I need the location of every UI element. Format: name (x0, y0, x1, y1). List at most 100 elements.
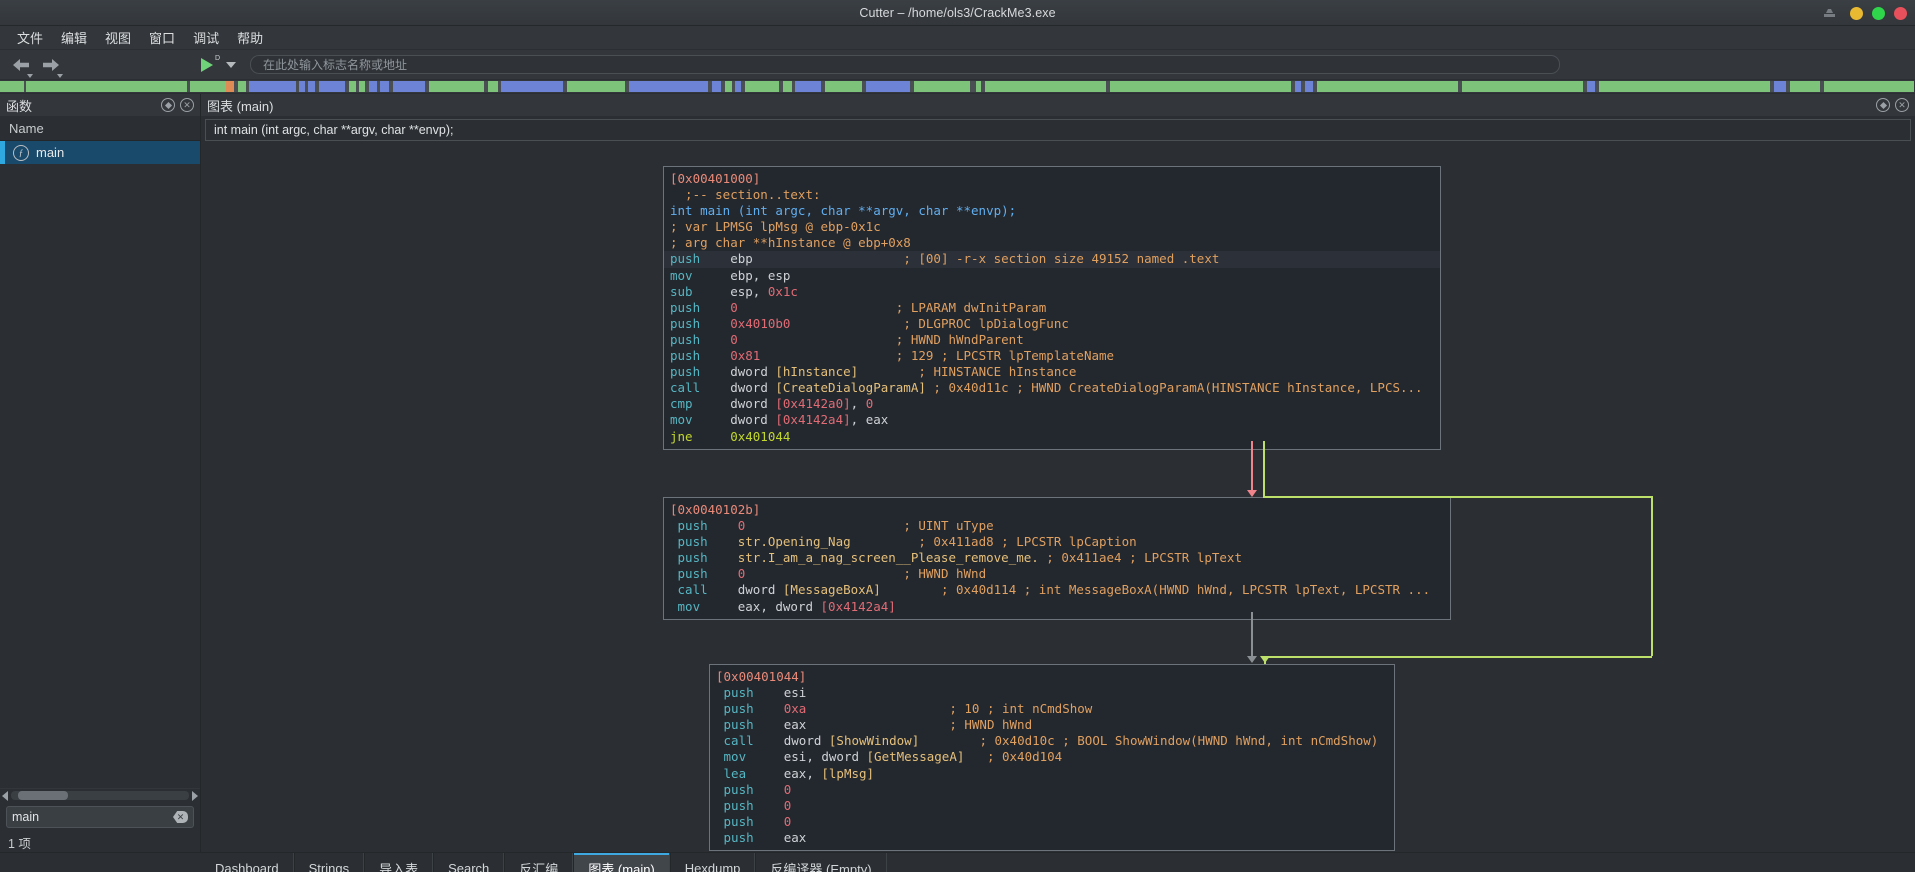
asm-line[interactable]: sub esp, 0x1c (664, 284, 1440, 300)
minimap-segment (307, 81, 315, 92)
asm-line[interactable]: push 0 ; LPARAM dwInitParam (664, 300, 1440, 316)
menu-item-file[interactable]: 文件 (8, 25, 52, 50)
function-name: main (36, 145, 65, 160)
asm-line[interactable]: push 0 (710, 798, 1394, 814)
functions-list[interactable]: ƒ main (0, 141, 200, 788)
close-button[interactable] (1894, 6, 1907, 20)
asm-line[interactable]: push esi (710, 685, 1394, 701)
minimap-segment (783, 81, 793, 92)
scrollbar-track[interactable] (11, 791, 189, 800)
forward-button[interactable] (36, 53, 66, 78)
minimap-segment (380, 81, 390, 92)
minimap-segment (913, 81, 971, 92)
tab-dashboard[interactable]: Dashboard (201, 853, 294, 872)
close-icon[interactable]: ✕ (180, 98, 194, 112)
asm-line[interactable]: push str.Opening_Nag ; 0x411ad8 ; LPCSTR… (664, 534, 1450, 550)
asm-line[interactable]: push 0 ; HWND hWndParent (664, 332, 1440, 348)
forward-dropdown-caret-icon[interactable] (57, 73, 63, 78)
back-dropdown-caret-icon[interactable] (27, 73, 33, 78)
tab-main[interactable]: 图表 (main) (573, 853, 670, 872)
minimap-segment (567, 81, 626, 92)
asm-line[interactable]: push str.I_am_a_nag_screen__Please_remov… (664, 550, 1450, 566)
minimap-segment (348, 81, 356, 92)
asm-line[interactable]: push 0 ; UINT uType (664, 518, 1450, 534)
menu-item-help[interactable]: 帮助 (228, 25, 272, 50)
tab-[interactable]: 导入表 (364, 853, 434, 872)
binary-overview-strip[interactable] (0, 80, 1915, 94)
main-area: 函数 ✕ Name ƒ main ✕ X (0, 94, 1915, 852)
graph-block[interactable]: [0x00401000] ;-- section..text: int main … (663, 166, 1441, 450)
function-row-main[interactable]: ƒ main (0, 141, 200, 164)
minimap-segment (1773, 81, 1786, 92)
float-icon[interactable] (1876, 98, 1890, 112)
asm-line[interactable]: mov esi, dword [GetMessageA] ; 0x40d104 (710, 749, 1394, 765)
tab-empty[interactable]: 反编译器 (Empty) (755, 853, 887, 872)
back-button[interactable] (6, 53, 36, 78)
asm-line[interactable]: push 0x81 ; 129 ; LPCSTR lpTemplateName (664, 348, 1440, 364)
asm-line[interactable]: mov eax, dword [0x4142a4] (664, 599, 1450, 615)
menu-item-debug[interactable]: 调试 (184, 25, 228, 50)
minimap-segment (1789, 81, 1820, 92)
close-icon[interactable]: ✕ (1895, 98, 1909, 112)
asm-line[interactable]: push ebp ; [00] -r-x section size 49152 … (664, 251, 1440, 268)
edge-true-jne-seg2 (1263, 496, 1653, 498)
debug-options-caret-icon[interactable] (226, 61, 236, 68)
maximize-button[interactable] (1872, 6, 1885, 20)
asm-line[interactable]: mov ebp, esp (664, 268, 1440, 284)
functions-search-box[interactable]: ✕ (6, 806, 194, 828)
asm-line[interactable]: cmp dword [0x4142a0], 0 (664, 396, 1440, 412)
asm-line[interactable]: push eax ; HWND hWnd (710, 717, 1394, 733)
asm-line[interactable]: push 0 (710, 814, 1394, 830)
tab-[interactable]: 反汇编 (504, 853, 574, 872)
tab-strings[interactable]: Strings (293, 853, 365, 872)
asm-line[interactable]: push 0x4010b0 ; DLGPROC lpDialogFunc (664, 316, 1440, 332)
functions-filter-bar: ✕ X (0, 802, 211, 832)
scrollbar-thumb[interactable] (18, 791, 68, 800)
functions-search-input[interactable] (12, 810, 173, 824)
asm-line[interactable]: ; arg char **hInstance @ ebp+0x8 (664, 235, 1440, 251)
asm-line[interactable]: mov dword [0x4142a4], eax (664, 412, 1440, 428)
asm-line[interactable]: call dword [MessageBoxA] ; 0x40d114 ; in… (664, 582, 1450, 598)
asm-line[interactable]: jne 0x401044 (664, 429, 1440, 445)
minimap-segment (1461, 81, 1583, 92)
asm-line[interactable]: push 0 ; HWND hWnd (664, 566, 1450, 582)
scroll-left-icon[interactable] (2, 790, 8, 801)
asm-line[interactable]: call dword [CreateDialogParamA] ; 0x40d1… (664, 380, 1440, 396)
clear-icon[interactable]: ✕ (173, 811, 188, 823)
minimap-segment (429, 81, 484, 92)
tab-search[interactable]: Search (433, 853, 505, 872)
minimap-segment (1109, 81, 1291, 92)
menu-item-window[interactable]: 窗口 (140, 25, 184, 50)
asm-line[interactable]: ;-- section..text: (664, 187, 1440, 203)
block-address: [0x0040102b] (670, 502, 761, 517)
float-icon[interactable] (161, 98, 175, 112)
shade-icon[interactable] (1823, 7, 1836, 20)
minimap-segment (1305, 81, 1314, 92)
asm-line[interactable]: push 0 (710, 782, 1394, 798)
graph-block[interactable]: [0x00401044] push esi push 0xa ; 10 ; in… (709, 664, 1395, 852)
minimap-segment (985, 81, 1106, 92)
graph-block[interactable]: [0x0040102b] push 0 ; UINT uType push st… (663, 497, 1451, 620)
scroll-right-icon[interactable] (192, 790, 198, 801)
minimize-button[interactable] (1850, 6, 1863, 20)
block-address: [0x00401044] (716, 669, 807, 684)
edge-true-arrowhead (1260, 656, 1270, 663)
asm-line[interactable]: push eax (710, 830, 1394, 846)
asm-line[interactable]: lea eax, [lpMsg] (710, 766, 1394, 782)
asm-line[interactable]: call dword [ShowWindow] ; 0x40d10c ; BOO… (710, 733, 1394, 749)
asm-line[interactable]: int main (int argc, char **argv, char **… (664, 203, 1440, 219)
menu-item-edit[interactable]: 编辑 (52, 25, 96, 50)
minimap-segment (393, 81, 426, 92)
menu-item-view[interactable]: 视图 (96, 25, 140, 50)
start-debug-button[interactable]: D (194, 53, 220, 77)
asm-line[interactable]: push 0xa ; 10 ; int nCmdShow (710, 701, 1394, 717)
minimap-segment (1586, 81, 1595, 92)
asm-line[interactable]: push dword [hInstance] ; HINSTANCE hInst… (664, 364, 1440, 380)
functions-column-header: Name (0, 116, 200, 141)
asm-line[interactable]: ; var LPMSG lpMsg @ ebp-0x1c (664, 219, 1440, 235)
address-input[interactable] (250, 55, 1560, 74)
functions-horizontal-scrollbar[interactable] (0, 788, 200, 802)
tab-hexdump[interactable]: Hexdump (669, 853, 756, 872)
bottom-tab-bar[interactable]: Dashboard Strings 导入表 Search 反汇编 图表 (main) Hex… (0, 852, 1915, 872)
graph-canvas[interactable]: [0x00401000] ;-- section..text: int main … (201, 144, 1915, 852)
